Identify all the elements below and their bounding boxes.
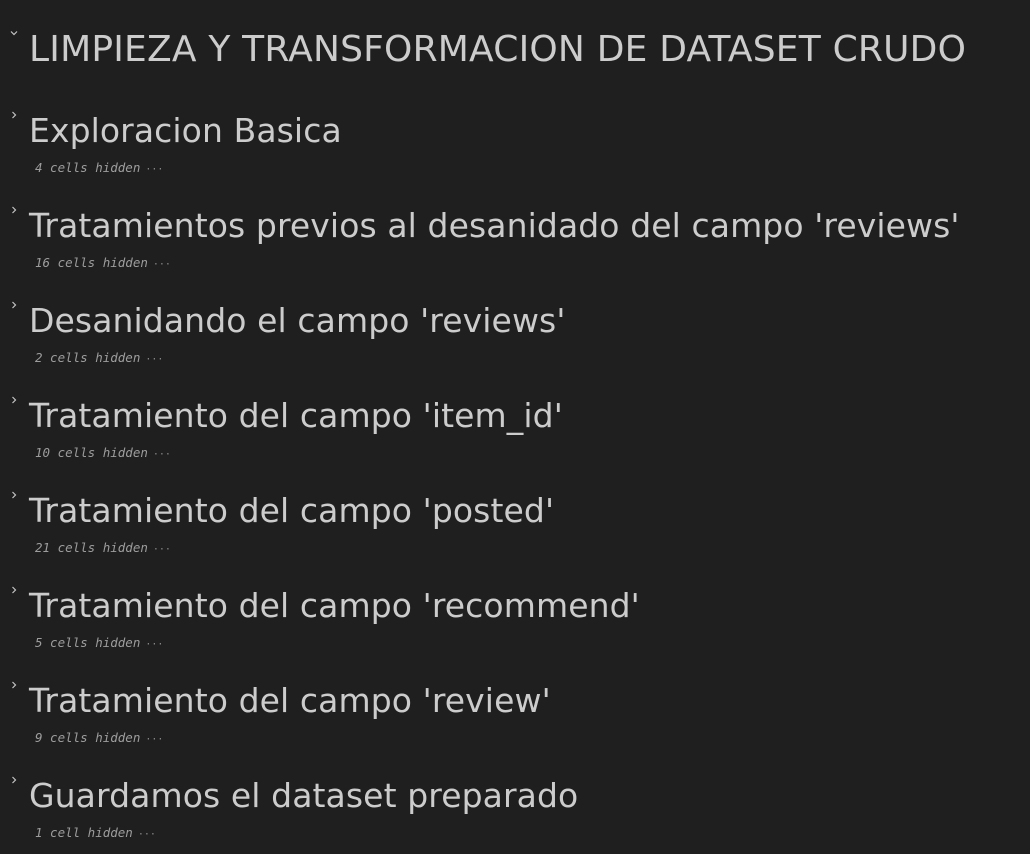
- hidden-cells-label: 9 cells hidden: [35, 730, 141, 745]
- hidden-cells-label: 16 cells hidden: [35, 255, 148, 270]
- hidden-cells-indicator[interactable]: 21 cells hidden ···: [35, 540, 171, 558]
- section-heading: Tratamiento del campo 'review': [29, 681, 551, 720]
- chevron-right-icon[interactable]: [9, 490, 19, 500]
- chevron-right-icon[interactable]: [9, 205, 19, 215]
- chevron-right-icon[interactable]: [9, 680, 19, 690]
- notebook-root-heading: LIMPIEZA Y TRANSFORMACION DE DATASET CRU…: [0, 28, 1030, 74]
- hidden-cells-indicator[interactable]: 10 cells hidden ···: [35, 445, 171, 463]
- hidden-cells-label: 5 cells hidden: [35, 635, 141, 650]
- hidden-cells-indicator[interactable]: 2 cells hidden ···: [35, 350, 163, 368]
- collapsed-section: Tratamiento del campo 'item_id' 10 cells…: [0, 395, 1030, 475]
- more-icon: ···: [152, 259, 171, 270]
- hidden-cells-label: 10 cells hidden: [35, 445, 148, 460]
- more-icon: ···: [152, 449, 171, 460]
- hidden-cells-indicator[interactable]: 5 cells hidden ···: [35, 635, 163, 653]
- collapsed-section: Desanidando el campo 'reviews' 2 cells h…: [0, 300, 1030, 380]
- collapsed-section: Guardamos el dataset preparado 1 cell hi…: [0, 775, 1030, 854]
- chevron-down-icon[interactable]: [9, 28, 19, 38]
- hidden-cells-label: 2 cells hidden: [35, 350, 141, 365]
- hidden-cells-label: 21 cells hidden: [35, 540, 148, 555]
- chevron-right-icon[interactable]: [9, 585, 19, 595]
- more-icon: ···: [145, 734, 164, 745]
- section-heading: Tratamiento del campo 'posted': [29, 491, 555, 530]
- more-icon: ···: [145, 164, 164, 175]
- collapsed-section: Exploracion Basica 4 cells hidden ···: [0, 110, 1030, 190]
- hidden-cells-label: 4 cells hidden: [35, 160, 141, 175]
- section-heading: Tratamientos previos al desanidado del c…: [29, 206, 960, 245]
- collapsed-section: Tratamiento del campo 'review' 9 cells h…: [0, 680, 1030, 760]
- section-heading: Tratamiento del campo 'recommend': [29, 586, 640, 625]
- chevron-right-icon[interactable]: [9, 395, 19, 405]
- more-icon: ···: [152, 544, 171, 555]
- chevron-right-icon[interactable]: [9, 110, 19, 120]
- notebook-title: LIMPIEZA Y TRANSFORMACION DE DATASET CRU…: [29, 29, 967, 70]
- hidden-cells-indicator[interactable]: 9 cells hidden ···: [35, 730, 163, 748]
- collapsed-section: Tratamientos previos al desanidado del c…: [0, 205, 1030, 285]
- collapsed-section: Tratamiento del campo 'posted' 21 cells …: [0, 490, 1030, 570]
- section-heading: Guardamos el dataset preparado: [29, 776, 579, 815]
- more-icon: ···: [145, 354, 164, 365]
- hidden-cells-indicator[interactable]: 1 cell hidden ···: [35, 825, 156, 843]
- hidden-cells-label: 1 cell hidden: [35, 825, 133, 840]
- collapsed-section: Tratamiento del campo 'recommend' 5 cell…: [0, 585, 1030, 665]
- more-icon: ···: [137, 829, 156, 840]
- chevron-right-icon[interactable]: [9, 775, 19, 785]
- section-heading: Exploracion Basica: [29, 111, 342, 150]
- more-icon: ···: [145, 639, 164, 650]
- chevron-right-icon[interactable]: [9, 300, 19, 310]
- hidden-cells-indicator[interactable]: 16 cells hidden ···: [35, 255, 171, 273]
- hidden-cells-indicator[interactable]: 4 cells hidden ···: [35, 160, 163, 178]
- section-heading: Tratamiento del campo 'item_id': [29, 396, 563, 435]
- section-heading: Desanidando el campo 'reviews': [29, 301, 566, 340]
